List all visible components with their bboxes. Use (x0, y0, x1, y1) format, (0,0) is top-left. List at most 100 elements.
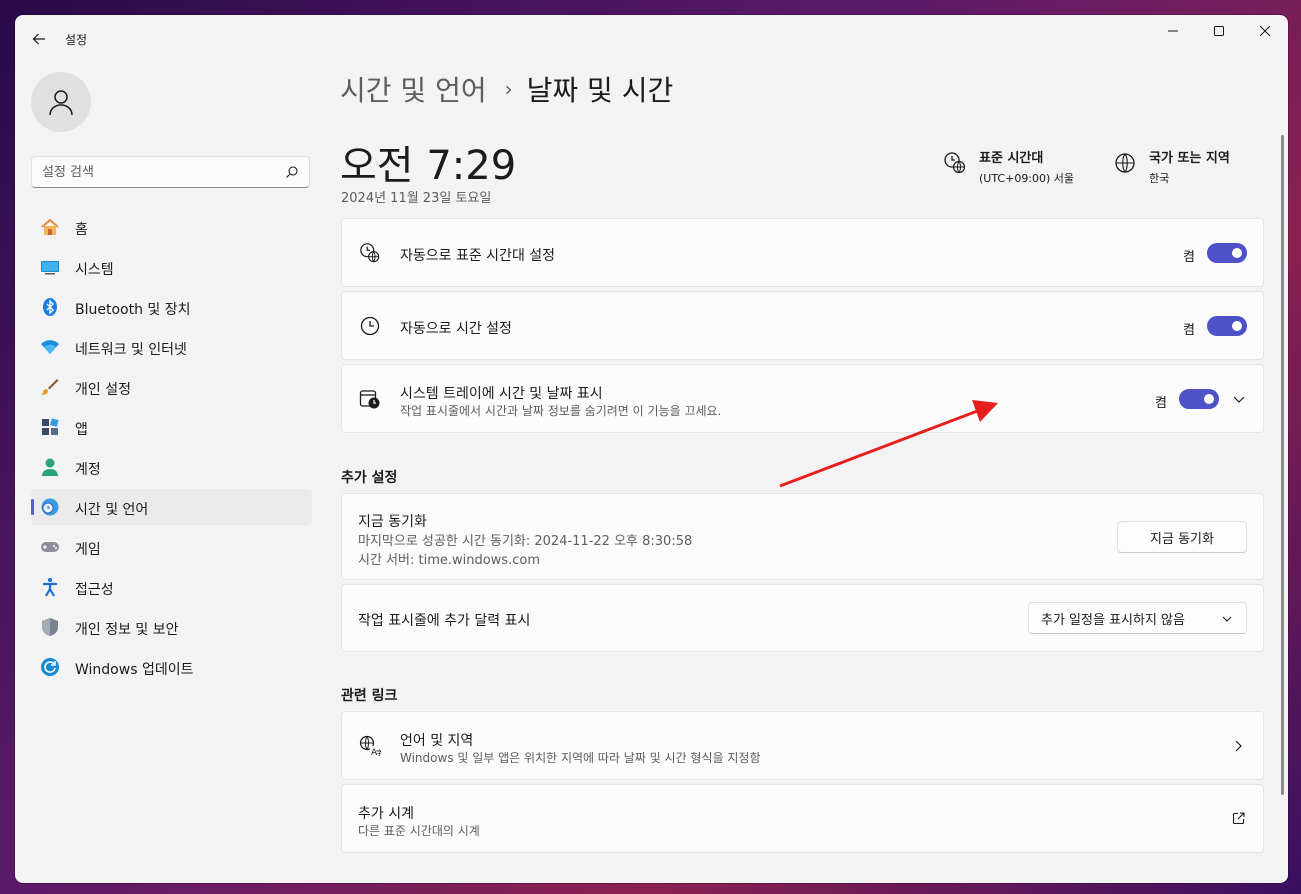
breadcrumb-parent[interactable]: 시간 및 언어 (340, 69, 487, 109)
additional-clocks-card[interactable]: 추가 시계 다른 표준 시간대의 시계 (341, 784, 1264, 853)
sidebar-item-label: 개인 정보 및 보안 (75, 622, 179, 638)
minimize-button[interactable] (1150, 15, 1196, 47)
external-link-icon (1232, 812, 1245, 825)
accessibility-icon (40, 577, 60, 597)
toggle-state-label: 켬 (1183, 250, 1195, 265)
app-title: 설정 (65, 33, 88, 47)
timezone-info: 표준 시간대 (UTC+09:00) 서울 (943, 147, 1074, 186)
settings-window: 설정 홈 시스템 (15, 15, 1288, 883)
region-info: 국가 또는 지역 한국 (1113, 147, 1230, 186)
brush-icon (40, 377, 60, 397)
tray-subtitle: 작업 표시줄에서 시간과 날짜 정보를 숨기려면 이 기능을 끄세요. (400, 404, 722, 418)
language-region-title: 언어 및 지역 (400, 733, 474, 749)
sidebar-nav: 홈 시스템 Bluetooth 및 장치 네트워크 및 인터넷 개인 설정 앱 … (31, 209, 312, 689)
region-title: 국가 또는 지역 (1149, 151, 1230, 166)
user-icon (49, 90, 73, 116)
current-date: 2024년 11월 23일 토요일 (341, 191, 492, 206)
sidebar-item-gaming[interactable]: 게임 (31, 529, 312, 565)
sidebar-item-time-language[interactable]: 시간 및 언어 (31, 489, 312, 525)
system-icon (40, 257, 60, 277)
sidebar-item-label: 네트워크 및 인터넷 (75, 342, 187, 358)
chevron-down-icon[interactable] (1233, 394, 1245, 404)
sidebar-item-windows-update[interactable]: Windows 업데이트 (31, 649, 312, 685)
breadcrumb-separator: › (504, 77, 513, 101)
auto-timezone-title: 자동으로 표준 시간대 설정 (400, 248, 556, 264)
clock-globe-icon (944, 152, 966, 174)
tray-card[interactable]: 시스템 트레이에 시간 및 날짜 표시 작업 표시줄에서 시간과 날짜 정보를 … (341, 364, 1264, 433)
calendar-clock-icon (358, 387, 382, 411)
sync-title: 지금 동기화 (358, 514, 427, 530)
globe-icon (1115, 153, 1135, 173)
clock-globe-icon (358, 241, 382, 265)
language-region-card[interactable]: A字 언어 및 지역 Windows 및 일부 앱은 위치한 지역에 따라 날짜… (341, 711, 1264, 780)
language-icon: A字 (358, 734, 382, 758)
sidebar-item-label: 접근성 (75, 582, 114, 598)
sidebar-item-label: 개인 설정 (75, 382, 131, 398)
maximize-button[interactable] (1196, 15, 1242, 47)
account-icon (40, 457, 60, 477)
sidebar-item-personalization[interactable]: 개인 설정 (31, 369, 312, 405)
auto-time-card: 자동으로 시간 설정 켬 (341, 291, 1264, 360)
sidebar-item-label: 앱 (75, 422, 88, 438)
sidebar-item-label: 게임 (75, 542, 101, 558)
sidebar-item-bluetooth[interactable]: Bluetooth 및 장치 (31, 289, 312, 325)
dropdown-selected-value: 추가 일정을 표시하지 않음 (1041, 612, 1185, 628)
time-language-icon (40, 497, 60, 517)
auto-time-toggle[interactable] (1207, 316, 1247, 336)
scrollbar[interactable] (1281, 135, 1284, 795)
sidebar-item-label: 홈 (75, 222, 88, 238)
current-time: 오전 7:29 (340, 143, 517, 189)
additional-clocks-title: 추가 시계 (358, 806, 414, 822)
tray-toggle[interactable] (1179, 389, 1219, 409)
sidebar-item-accounts[interactable]: 계정 (31, 449, 312, 485)
close-button[interactable] (1242, 15, 1288, 47)
toggle-state-label: 켬 (1183, 323, 1195, 338)
svg-text:字: 字 (376, 748, 381, 757)
additional-clocks-subtitle: 다른 표준 시간대의 시계 (358, 824, 480, 838)
page-title: 날짜 및 시간 (526, 74, 674, 107)
search-icon[interactable] (285, 165, 299, 179)
sync-card: 지금 동기화 마지막으로 성공한 시간 동기화: 2024-11-22 오후 8… (341, 493, 1264, 580)
extra-calendar-card: 작업 표시줄에 추가 달력 표시 추가 일정을 표시하지 않음 (341, 584, 1264, 652)
sidebar-item-label: Windows 업데이트 (75, 662, 194, 678)
avatar[interactable] (31, 72, 91, 132)
minimize-icon (1168, 30, 1178, 32)
home-icon (40, 217, 60, 237)
sidebar-item-privacy[interactable]: 개인 정보 및 보안 (31, 609, 312, 645)
sidebar-item-network[interactable]: 네트워크 및 인터넷 (31, 329, 312, 365)
sidebar-item-system[interactable]: 시스템 (31, 249, 312, 285)
sidebar-item-label: 시간 및 언어 (75, 502, 149, 518)
title-bar: 설정 (15, 15, 1288, 61)
related-links-heading: 관련 링크 (341, 688, 398, 704)
sync-now-button[interactable]: 지금 동기화 (1117, 521, 1247, 553)
bluetooth-icon (40, 297, 60, 317)
sidebar-item-apps[interactable]: 앱 (31, 409, 312, 445)
sidebar-item-label: 계정 (75, 462, 101, 478)
sidebar-item-label: Bluetooth 및 장치 (75, 302, 191, 318)
back-arrow-icon (32, 33, 45, 45)
toggle-state-label: 켬 (1155, 396, 1167, 411)
auto-timezone-toggle[interactable] (1207, 243, 1247, 263)
sidebar-item-accessibility[interactable]: 접근성 (31, 569, 312, 605)
gamepad-icon (40, 537, 60, 557)
tray-title: 시스템 트레이에 시간 및 날짜 표시 (400, 386, 603, 402)
extra-calendar-title: 작업 표시줄에 추가 달력 표시 (358, 613, 531, 629)
maximize-icon (1214, 26, 1224, 36)
timezone-title: 표준 시간대 (979, 151, 1044, 166)
auto-time-title: 자동으로 시간 설정 (400, 321, 512, 337)
back-button[interactable] (27, 27, 51, 51)
auto-timezone-card: 자동으로 표준 시간대 설정 켬 (341, 218, 1264, 287)
sidebar-item-home[interactable]: 홈 (31, 209, 312, 245)
last-sync-text: 마지막으로 성공한 시간 동기화: 2024-11-22 오후 8:30:58 (358, 534, 693, 549)
extra-calendar-dropdown[interactable]: 추가 일정을 표시하지 않음 (1028, 602, 1247, 634)
sidebar-item-label: 시스템 (75, 262, 114, 278)
additional-settings-heading: 추가 설정 (341, 470, 398, 486)
shield-icon (40, 617, 60, 637)
wifi-icon (40, 337, 60, 357)
language-region-subtitle: Windows 및 일부 앱은 위치한 지역에 따라 날짜 및 시간 형식을 지… (400, 751, 761, 765)
chevron-down-icon (1222, 616, 1232, 622)
update-icon (40, 657, 60, 677)
search-input[interactable] (42, 163, 272, 181)
clock-icon (358, 314, 382, 338)
search-box[interactable] (31, 156, 310, 188)
